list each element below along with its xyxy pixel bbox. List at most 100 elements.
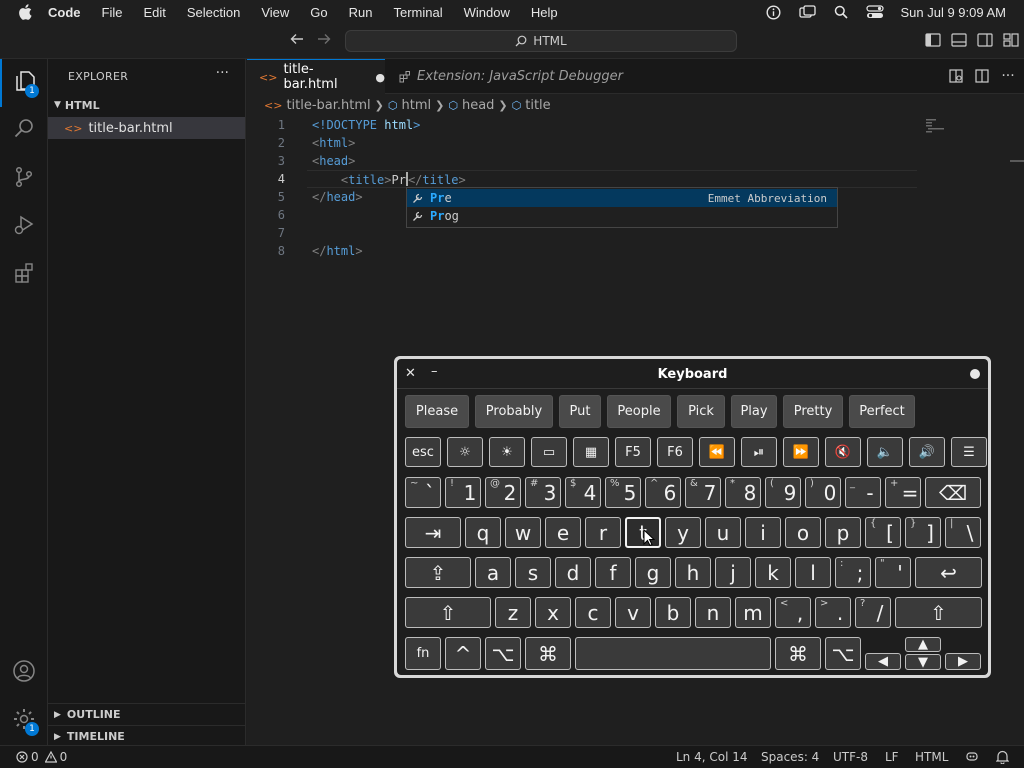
key-8[interactable]: * 8 xyxy=(725,477,761,508)
activity-run-debug[interactable] xyxy=(0,203,48,251)
function-key-5[interactable]: F5 xyxy=(615,437,651,467)
arrow-left-key[interactable]: ◀ xyxy=(865,653,901,670)
activity-source-control[interactable] xyxy=(0,155,48,203)
cursor-position[interactable]: Ln 4, Col 14 xyxy=(676,750,748,764)
menu-edit[interactable]: Edit xyxy=(143,5,165,20)
prediction-put[interactable]: Put xyxy=(559,395,601,428)
key-j[interactable]: j xyxy=(715,557,751,588)
menu-app-name[interactable]: Code xyxy=(48,5,81,20)
key-x[interactable]: x xyxy=(535,597,571,628)
tab-title-bar-html[interactable]: <> title-bar.html ● xyxy=(247,59,385,94)
info-icon[interactable] xyxy=(764,4,782,20)
apple-icon[interactable] xyxy=(18,4,34,20)
key-b[interactable]: b xyxy=(655,597,691,628)
key-symbol-a-0[interactable]: :; xyxy=(835,557,871,588)
return-key[interactable]: ↩ xyxy=(915,557,982,588)
menu-go[interactable]: Go xyxy=(310,5,327,20)
notifications-bell-icon[interactable] xyxy=(995,750,1010,767)
function-key-7[interactable]: ⏪ xyxy=(699,437,735,467)
key-0[interactable]: ) 0 xyxy=(805,477,841,508)
prediction-people[interactable]: People xyxy=(607,395,671,428)
activity-accounts[interactable] xyxy=(0,649,48,697)
activity-extensions[interactable] xyxy=(0,251,48,299)
key-o[interactable]: o xyxy=(785,517,821,548)
key-w[interactable]: w xyxy=(505,517,541,548)
outline-section[interactable]: ▶ OUTLINE xyxy=(48,703,246,725)
key-u[interactable]: u xyxy=(705,517,741,548)
key-h[interactable]: h xyxy=(675,557,711,588)
activity-explorer[interactable]: 1 xyxy=(0,59,48,107)
menu-bar-clock[interactable]: Sun Jul 9 9:09 AM xyxy=(900,5,1006,20)
key-v[interactable]: v xyxy=(615,597,651,628)
key-symbol-z-1[interactable]: >. xyxy=(815,597,851,628)
key-i[interactable]: i xyxy=(745,517,781,548)
key-d[interactable]: d xyxy=(555,557,591,588)
end-of-line[interactable]: LF xyxy=(885,750,899,764)
toggle-panel-icon[interactable] xyxy=(950,32,968,48)
key-3[interactable]: #3 xyxy=(525,477,561,508)
open-preview-icon[interactable] xyxy=(948,68,964,84)
key-n[interactable]: n xyxy=(695,597,731,628)
left-shift-key[interactable]: ⇧ xyxy=(405,597,491,628)
key-y[interactable]: y xyxy=(665,517,701,548)
keyboard-title-bar[interactable]: ✕ – Keyboard xyxy=(397,359,988,389)
delete-key[interactable]: ⌫ xyxy=(925,477,981,508)
function-key-13[interactable]: ☰ xyxy=(951,437,987,467)
menu-terminal[interactable]: Terminal xyxy=(394,5,443,20)
key-m[interactable]: m xyxy=(735,597,771,628)
function-key-9[interactable]: ⏩ xyxy=(783,437,819,467)
key-9[interactable]: (9 xyxy=(765,477,801,508)
minimap[interactable] xyxy=(926,118,948,134)
prediction-please[interactable]: Please xyxy=(405,395,469,428)
tab-key[interactable]: ⇥ xyxy=(405,517,461,548)
copilot-icon[interactable] xyxy=(965,750,979,767)
prediction-probably[interactable]: Probably xyxy=(475,395,553,428)
problems-indicator[interactable]: 0 0 xyxy=(16,750,67,764)
function-key-2[interactable]: ☀ xyxy=(489,437,525,467)
key-c[interactable]: c xyxy=(575,597,611,628)
arrow-up-key[interactable]: ▲ xyxy=(905,637,941,652)
right-option-key[interactable]: ⌥ xyxy=(825,637,861,670)
left-option-key[interactable]: ⌥ xyxy=(485,637,521,670)
suggestion-item-prog[interactable]: Pr og xyxy=(407,207,837,225)
go-forward-icon[interactable] xyxy=(317,31,331,49)
activity-search[interactable] xyxy=(0,107,48,155)
go-back-icon[interactable] xyxy=(290,31,304,49)
key-e[interactable]: e xyxy=(545,517,581,548)
key-k[interactable]: k xyxy=(755,557,791,588)
left-command-key[interactable]: ⌘ xyxy=(525,637,571,670)
key-symbol-q-0[interactable]: {[ xyxy=(865,517,901,548)
key-`[interactable]: ~ ` xyxy=(405,477,441,508)
key-q[interactable]: q xyxy=(465,517,501,548)
key-5[interactable]: % 5 xyxy=(605,477,641,508)
toggle-primary-sidebar-icon[interactable] xyxy=(924,32,942,48)
breadcrumb-html[interactable]: html xyxy=(402,98,432,113)
timeline-section[interactable]: ▶ TIMELINE xyxy=(48,725,246,747)
customize-layout-icon[interactable] xyxy=(1002,32,1020,48)
editor-more-actions[interactable]: ··· xyxy=(1000,68,1016,84)
key-=[interactable]: + = xyxy=(885,477,921,508)
menu-help[interactable]: Help xyxy=(531,5,558,20)
function-key-12[interactable]: 🔊 xyxy=(909,437,945,467)
arrow-right-key[interactable]: ▶ xyxy=(945,653,981,670)
breadcrumb-head[interactable]: head xyxy=(462,98,494,113)
right-shift-key[interactable]: ⇧ xyxy=(895,597,982,628)
key-z[interactable]: z xyxy=(495,597,531,628)
screen-mirror-icon[interactable] xyxy=(798,4,816,20)
indentation[interactable]: Spaces: 4 xyxy=(761,750,819,764)
spotlight-search-icon[interactable] xyxy=(832,4,850,20)
menu-run[interactable]: Run xyxy=(349,5,373,20)
key-a[interactable]: a xyxy=(475,557,511,588)
scrollbar-cursor-marker[interactable] xyxy=(1010,160,1024,162)
function-key-0[interactable]: esc xyxy=(405,437,441,467)
function-key-8[interactable]: ⏯ xyxy=(741,437,777,467)
control-key[interactable]: ^ xyxy=(445,637,481,670)
arrow-down-key[interactable]: ▼ xyxy=(905,654,941,670)
key-symbol-q-1[interactable]: }] xyxy=(905,517,941,548)
suggestion-item-pre[interactable]: Pr e Emmet Abbreviation xyxy=(407,189,837,207)
explorer-more-actions[interactable]: ··· xyxy=(216,65,229,81)
function-key-11[interactable]: 🔈 xyxy=(867,437,903,467)
function-key-4[interactable]: ▦ xyxy=(573,437,609,467)
menu-view[interactable]: View xyxy=(261,5,289,20)
key-l[interactable]: l xyxy=(795,557,831,588)
